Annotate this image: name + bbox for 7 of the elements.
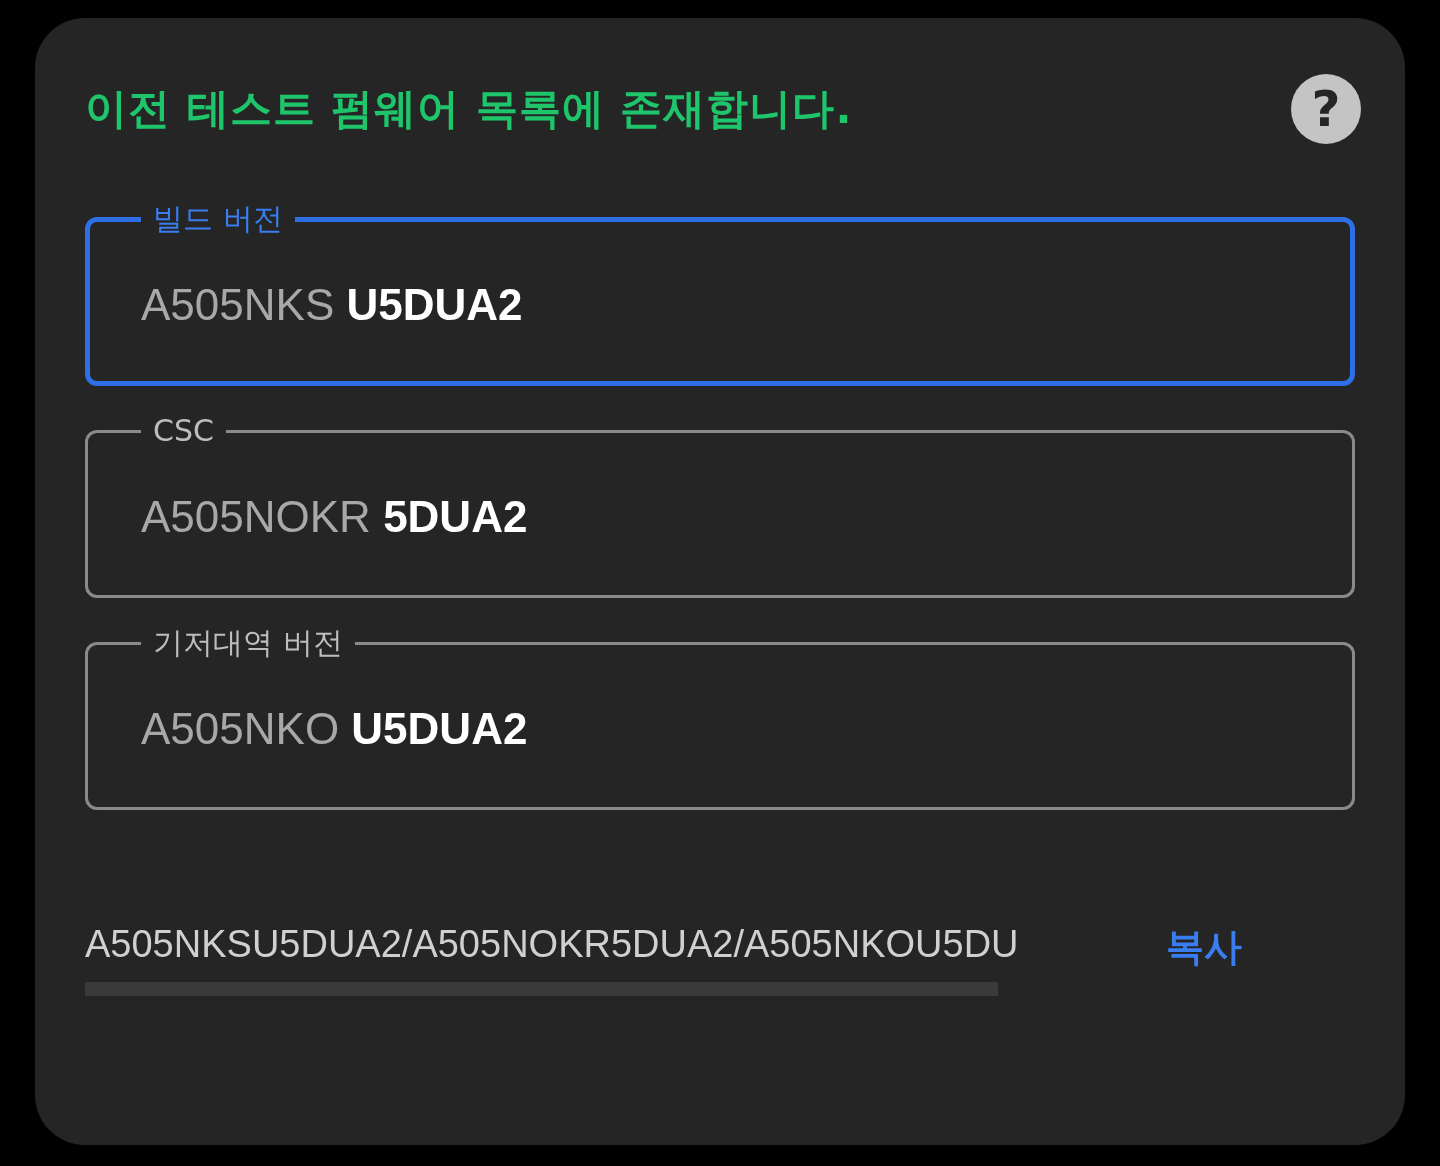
text-field[interactable]: 기저대역 버전 A505NKO U5DUA2 <box>85 628 1355 810</box>
text-field[interactable]: 빌드 버전 A505NKS U5DUA2 <box>85 204 1355 386</box>
text-field[interactable]: CSC A505NOKR 5DUA2 <box>85 416 1355 598</box>
copy-button[interactable]: 복사 <box>1166 922 1242 973</box>
help-button[interactable]: ? <box>1291 74 1361 144</box>
combined-version-text: A505NKSU5DUA2/A505NOKR5DUA2/A505NKOU5DU <box>85 922 1019 966</box>
dialog-title: 이전 테스트 펌웨어 목록에 존재합니다. <box>85 83 853 135</box>
